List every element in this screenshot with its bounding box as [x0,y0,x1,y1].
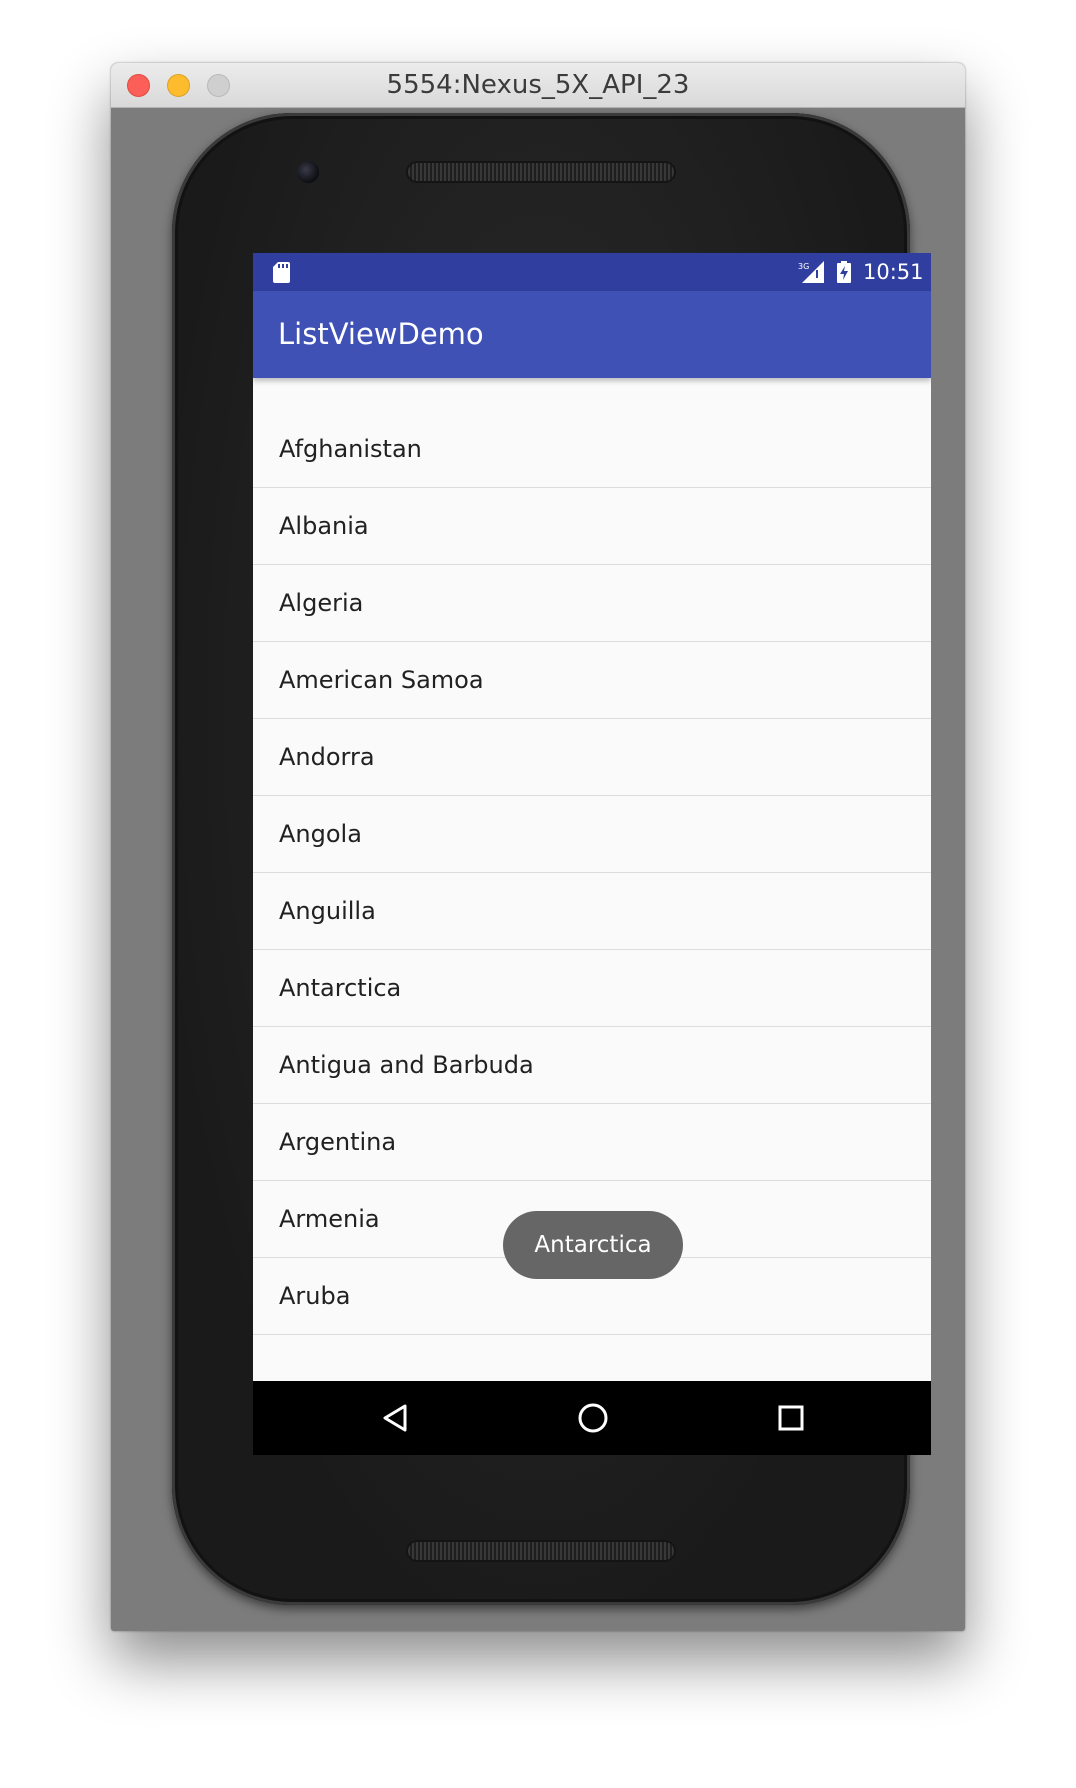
status-bar: 3G 10:51 [253,253,931,291]
phone-screen: 3G 10:51 ListViewDemo Afghanistan Albani… [253,253,931,1455]
list-item[interactable]: American Samoa [253,642,931,719]
status-clock: 10:51 [863,260,924,284]
list-item-label: Algeria [279,589,364,617]
recents-icon [778,1405,804,1431]
list-item[interactable]: Antigua and Barbuda [253,1027,931,1104]
list-item[interactable]: Anguilla [253,873,931,950]
no-data-signal-icon: 3G [798,261,824,283]
list-item[interactable]: Argentina [253,1104,931,1181]
list-item-label: Antarctica [279,974,402,1002]
list-item-label: Argentina [279,1128,397,1156]
top-speaker [406,161,676,183]
list-item-label: Armenia [279,1205,380,1233]
list-item-label: Andorra [279,743,375,771]
home-button[interactable] [571,1396,615,1440]
navigation-bar [253,1381,931,1455]
window-titlebar[interactable]: 5554:Nexus_5X_API_23 [111,63,965,108]
recents-button[interactable] [769,1396,813,1440]
toast-message: Antarctica [503,1211,683,1279]
emulator-window: 5554:Nexus_5X_API_23 3G 10:51 ListViewDe… [111,63,965,1631]
list-item[interactable]: Antarctica [253,950,931,1027]
bottom-speaker [406,1540,676,1562]
list-item-label: Aruba [279,1282,351,1310]
list-item[interactable]: Algeria [253,565,931,642]
svg-text:3G: 3G [798,262,809,271]
list-item-label: Albania [279,512,369,540]
app-title: ListViewDemo [278,317,484,351]
list-item[interactable]: Andorra [253,719,931,796]
list-item[interactable]: Afghanistan [253,411,931,488]
back-button[interactable] [373,1396,417,1440]
app-toolbar: ListViewDemo [253,291,931,378]
window-title: 5554:Nexus_5X_API_23 [386,70,690,100]
list-item-label: American Samoa [279,666,484,694]
sd-card-icon [273,262,290,283]
list-item[interactable]: Albania [253,488,931,565]
list-item-label: Afghanistan [279,435,422,463]
list-item[interactable]: Angola [253,796,931,873]
back-icon [383,1404,407,1432]
home-icon [578,1403,608,1433]
front-camera [297,161,319,183]
list-item-label: Angola [279,820,362,848]
battery-charging-icon [837,261,851,283]
country-list[interactable]: Afghanistan Albania Algeria American Sam… [253,411,931,1335]
list-item-label: Anguilla [279,897,376,925]
desktop-background: 5554:Nexus_5X_API_23 3G 10:51 ListViewDe… [0,0,1076,1788]
list-item-label: Antigua and Barbuda [279,1051,534,1079]
